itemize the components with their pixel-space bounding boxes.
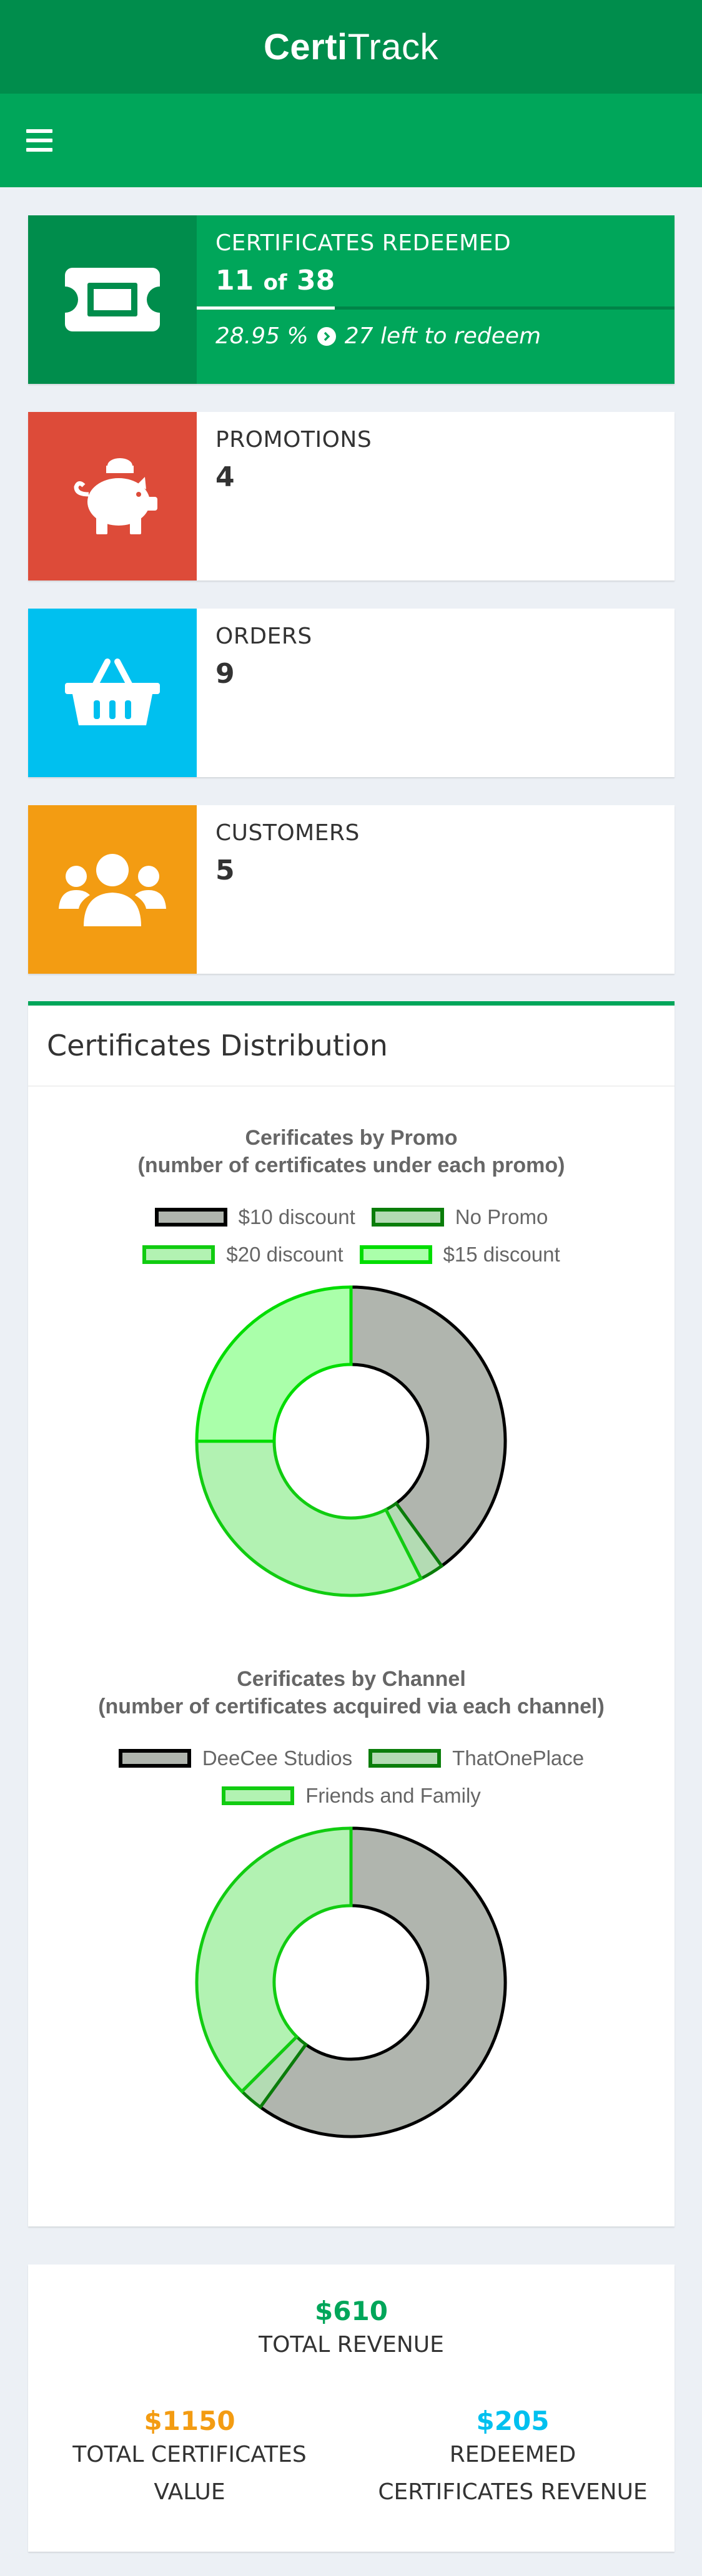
chart-legend: DeeCee Studios ThatOnePlace Friends and Fa… [28, 1746, 675, 1808]
brand-name-light: Track [347, 26, 438, 67]
total-certificates-label: TOTAL CERTIFICATES VALUE [72, 2442, 307, 2505]
legend-label: $10 discount [238, 1205, 355, 1228]
legend-label: $15 discount [443, 1243, 560, 1266]
certificates-count: 11 of 38 [215, 265, 335, 296]
donut-slice[interactable] [195, 1439, 423, 1597]
legend-item[interactable]: $20 discount [142, 1243, 344, 1266]
legend-swatch [368, 1749, 442, 1768]
app-header: Certi Track [0, 0, 702, 94]
legend-item[interactable]: ThatOnePlace [368, 1746, 584, 1770]
legend-swatch [118, 1749, 191, 1768]
distribution-panel: Certificates Distribution Cerificates by… [28, 1001, 675, 2226]
promo-donut [195, 1285, 507, 1597]
total-certificates-value: $1150 [144, 2406, 235, 2436]
promo-chart: Cerificates by Promo (number of certific… [28, 1124, 675, 1608]
progress-description: 28.95 % 27 left to redeem [215, 323, 656, 349]
legend-item[interactable]: $10 discount [154, 1205, 355, 1229]
panel-title: Certificates Distribution [28, 1006, 675, 1087]
channel-chart: Cerificates by Channel (number of certif… [28, 1665, 675, 2149]
shopping-basket-icon [28, 609, 197, 777]
chart-legend: $10 discount No Promo $20 discount $15 disc… [28, 1205, 675, 1266]
menu-toggle-icon[interactable] [26, 129, 52, 152]
chevron-right-circle-icon [317, 326, 336, 346]
legend-label: No Promo [455, 1205, 548, 1228]
left-to-redeem: 27 left to redeem [344, 323, 541, 349]
redeem-progress-bar [197, 306, 675, 310]
legend-swatch [222, 1786, 295, 1805]
channel-donut [195, 1826, 507, 2138]
legend-item[interactable]: Friends and Family [222, 1784, 481, 1808]
total-revenue-label: TOTAL REVENUE [259, 2332, 444, 2358]
chart-title: Cerificates by Promo (number of certific… [137, 1126, 565, 1177]
certificates-redeemed-box: CERTIFICATES REDEEMED 11 of 38 28.95 % 2… [28, 215, 675, 384]
legend-item[interactable]: No Promo [371, 1205, 548, 1229]
customers-label: CUSTOMERS [215, 820, 360, 846]
legend-label: ThatOnePlace [452, 1746, 585, 1770]
legend-label: $20 discount [226, 1243, 344, 1266]
legend-swatch [359, 1245, 432, 1264]
promotions-count: 4 [215, 461, 235, 493]
users-icon [28, 805, 197, 974]
legend-swatch [371, 1208, 444, 1227]
legend-label: DeeCee Studios [202, 1746, 353, 1770]
certificates-label: CERTIFICATES REDEEMED [215, 230, 512, 256]
donut-slice[interactable] [195, 1826, 353, 2094]
legend-item[interactable]: $15 discount [359, 1243, 560, 1266]
promotions-label: PROMOTIONS [215, 427, 372, 453]
orders-count: 9 [215, 658, 235, 690]
redeemed-revenue-value: $205 [476, 2406, 550, 2436]
promotions-box[interactable]: PROMOTIONS 4 [28, 412, 675, 580]
navbar [0, 94, 702, 187]
legend-swatch [154, 1208, 227, 1227]
orders-label: ORDERS [215, 624, 312, 649]
orders-box[interactable]: ORDERS 9 [28, 609, 675, 777]
brand-name-bold: Certi [263, 26, 348, 67]
chart-title: Cerificates by Channel (number of certif… [98, 1667, 605, 1718]
legend-item[interactable]: DeeCee Studios [118, 1746, 353, 1770]
customers-box[interactable]: CUSTOMERS 5 [28, 805, 675, 974]
customers-count: 5 [215, 855, 235, 886]
donut-slice[interactable] [195, 1285, 353, 1443]
total-revenue-value: $610 [315, 2296, 388, 2326]
ticket-icon [28, 215, 197, 384]
legend-swatch [142, 1245, 215, 1264]
legend-label: Friends and Family [305, 1784, 481, 1807]
redeem-percent: 28.95 % [215, 323, 309, 349]
piggy-bank-icon [28, 412, 197, 580]
revenue-stats: $610 TOTAL REVENUE $1150 TOTAL CERTIFICA… [28, 2265, 675, 2552]
redeemed-revenue-label: REDEEMED CERTIFICATES REVENUE [378, 2442, 648, 2505]
